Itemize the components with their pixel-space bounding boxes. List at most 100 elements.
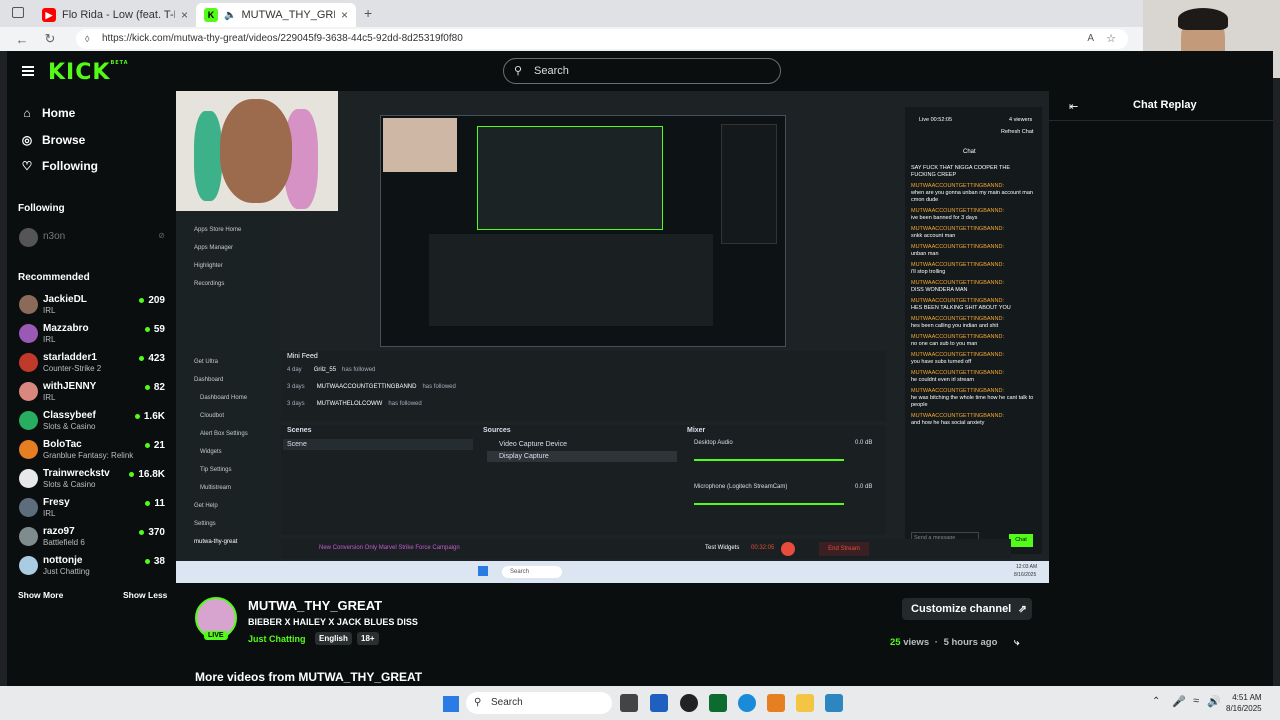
video-player[interactable]: Apps Store Home Apps Manager Highlighter… [176, 91, 1049, 583]
chat-username: MUTWAACCOUNTGETTINGBANND: [911, 280, 1004, 286]
sidebar-channel[interactable]: Classybeef Slots & Casino 1.6K [19, 408, 165, 434]
obs-menu-item[interactable]: Apps Manager [176, 239, 281, 257]
customize-channel-button[interactable]: Customize channel ⇗ [902, 598, 1032, 620]
video-stats: 25 views · 5 hours ago ⤷ [890, 637, 1020, 648]
folder-icon[interactable] [796, 694, 814, 712]
alien-app-icon[interactable] [680, 694, 698, 712]
sidebar-channel[interactable]: Fresy IRL 11 [19, 495, 165, 521]
channel-name[interactable]: MUTWA_THY_GREAT [248, 598, 382, 613]
obs-menu-item[interactable]: Cloudbot [176, 407, 281, 425]
reload-button[interactable]: ↻ [36, 31, 64, 47]
following-item[interactable]: n3on ⊘ [19, 225, 165, 251]
sidebar-channel[interactable]: starladder1 Counter-Strike 2 423 [19, 350, 165, 376]
test-widgets[interactable]: Test Widgets [705, 545, 739, 551]
obs-menu-item[interactable]: Settings [176, 515, 281, 533]
obs-menu-item[interactable]: Tip Settings [176, 461, 281, 479]
menu-icon[interactable] [22, 66, 34, 76]
inner-time: 12:03 AM [1016, 564, 1038, 570]
sidebar-item-following[interactable]: ♡ Following [20, 159, 98, 173]
sidebar-channel[interactable]: JackieDL IRL 209 [19, 292, 165, 318]
new-tab-button[interactable]: + [364, 5, 372, 21]
obs-menu-item[interactable]: Dashboard [176, 371, 281, 389]
sidebar-channel[interactable]: Trainwreckstv Slots & Casino 16.8K [19, 466, 165, 492]
inner-taskbar: Search 12:03 AM 8/16/2025 [176, 561, 1049, 583]
kick-app-icon[interactable] [709, 694, 727, 712]
store-icon[interactable] [650, 694, 668, 712]
back-button[interactable]: ← [8, 32, 36, 47]
volume-icon[interactable]: 🔊 [1207, 695, 1221, 708]
obs-menu-item[interactable]: Recordings [176, 275, 281, 293]
sidebar-channel[interactable]: razo97 Battlefield 6 370 [19, 524, 165, 550]
share-icon[interactable]: ⤷ [1014, 637, 1019, 648]
obs-menu-item[interactable]: Widgets [176, 443, 281, 461]
campaign-link[interactable]: New Conversion Only Marvel Strike Force … [319, 545, 460, 551]
feed-time: 3 days [287, 384, 305, 390]
chat-viewers: 4 viewers [1009, 117, 1033, 123]
end-stream-button[interactable]: End Stream [819, 542, 869, 556]
sidebar-item-browse[interactable]: ◎ Browse [20, 133, 86, 147]
search-input[interactable]: ⚲ Search [503, 58, 781, 84]
file-explorer-icon[interactable] [620, 694, 638, 712]
scene-item[interactable]: Scene [283, 439, 473, 450]
sidebar-channel[interactable]: nottonje Just Chatting 38 [19, 553, 165, 579]
taskbar-date: 8/16/2025 [1226, 704, 1262, 713]
avatar [19, 411, 38, 430]
source-item[interactable]: Video Capture Device [487, 439, 677, 450]
live-badge: LIVE [204, 631, 228, 640]
obs-menu-item[interactable]: Highlighter [176, 257, 281, 275]
tab-actions-icon[interactable] [12, 7, 24, 18]
obs-menu-item[interactable]: Alert Box Settings [176, 425, 281, 443]
mixer-slider[interactable] [694, 459, 844, 461]
microphone-icon[interactable]: 🎤 [1172, 695, 1186, 708]
sidebar-channel[interactable]: withJENNY IRL 82 [19, 379, 165, 405]
taskbar-search-label: Search [491, 697, 523, 708]
taskbar-clock[interactable]: 4:51 AM 8/16/2025 [1226, 692, 1262, 714]
chat-text: i'll stop trolling [911, 269, 946, 275]
tray-chevron-icon[interactable]: ⌃ [1152, 696, 1160, 707]
wifi-icon[interactable]: ≈ [1193, 695, 1199, 707]
viewer-count: 59 [145, 324, 165, 335]
obs-menu-item[interactable]: Get Help [176, 497, 281, 515]
mixer-slider[interactable] [694, 503, 844, 505]
rec-icon[interactable] [781, 542, 795, 556]
browser-tab-youtube[interactable]: ▶ Flo Rida - Low (feat. T-Pain) [from × [34, 3, 196, 27]
avatar [19, 556, 38, 575]
obs-menu-item[interactable]: Get Ultra [176, 353, 281, 371]
browser-tab-bar: ▶ Flo Rida - Low (feat. T-Pain) [from × … [0, 0, 1143, 27]
tag-mature[interactable]: 18+ [357, 632, 379, 645]
chat-username: MUTWAACCOUNTGETTINGBANND: [911, 244, 1004, 250]
url-text: https://kick.com/mutwa-thy-great/videos/… [102, 33, 463, 44]
sidebar-channel[interactable]: Mazzabro IRL 59 [19, 321, 165, 347]
url-field[interactable]: ◊ https://kick.com/mutwa-thy-great/video… [76, 29, 1128, 49]
show-more-button[interactable]: Show More [18, 590, 63, 600]
channel-category: IRL [43, 509, 56, 518]
chat-refresh[interactable]: Refresh Chat [1001, 129, 1033, 135]
obs-menu-item[interactable]: Multistream [176, 479, 281, 497]
close-icon[interactable]: × [181, 8, 188, 22]
speaker-icon[interactable]: 🔈 [224, 10, 236, 21]
chat-send-button[interactable]: Chat [1009, 534, 1033, 547]
obs-menu-item[interactable]: Dashboard Home [176, 389, 281, 407]
edge-icon[interactable] [738, 694, 756, 712]
close-icon[interactable]: × [341, 8, 348, 22]
preview-chat [721, 124, 777, 244]
read-aloud-icon[interactable]: A [1087, 29, 1094, 49]
chat-message: MUTWAACCOUNTGETTINGBANND: and how he has … [905, 411, 1042, 429]
tag-language[interactable]: English [315, 632, 352, 645]
kick-logo[interactable]: KICKBETA [48, 60, 129, 85]
obs-menu-item[interactable]: Apps Store Home [176, 221, 281, 239]
sidebar-item-home[interactable]: ⌂ Home [20, 106, 75, 120]
show-less-button[interactable]: Show Less [123, 590, 167, 600]
taskbar-search[interactable]: ⚲ Search [466, 692, 612, 714]
chat-text: hes been calling you indian and shit [911, 323, 999, 329]
collapse-chat-icon[interactable]: ⇤ [1069, 100, 1078, 113]
sidebar-channel[interactable]: BoloTac Granblue Fantasy: Relink 21 [19, 437, 165, 463]
paint-icon[interactable] [767, 694, 785, 712]
source-item[interactable]: Display Capture [487, 451, 677, 462]
photos-icon[interactable] [825, 694, 843, 712]
windows-start-icon[interactable] [443, 696, 459, 712]
browser-tab-kick[interactable]: K 🔈 MUTWA_THY_GREAT - Watc × [196, 3, 356, 27]
category-link[interactable]: Just Chatting [248, 634, 306, 644]
mixer-title: Mixer [687, 427, 706, 434]
favorite-star-icon[interactable]: ☆ [1106, 29, 1116, 49]
